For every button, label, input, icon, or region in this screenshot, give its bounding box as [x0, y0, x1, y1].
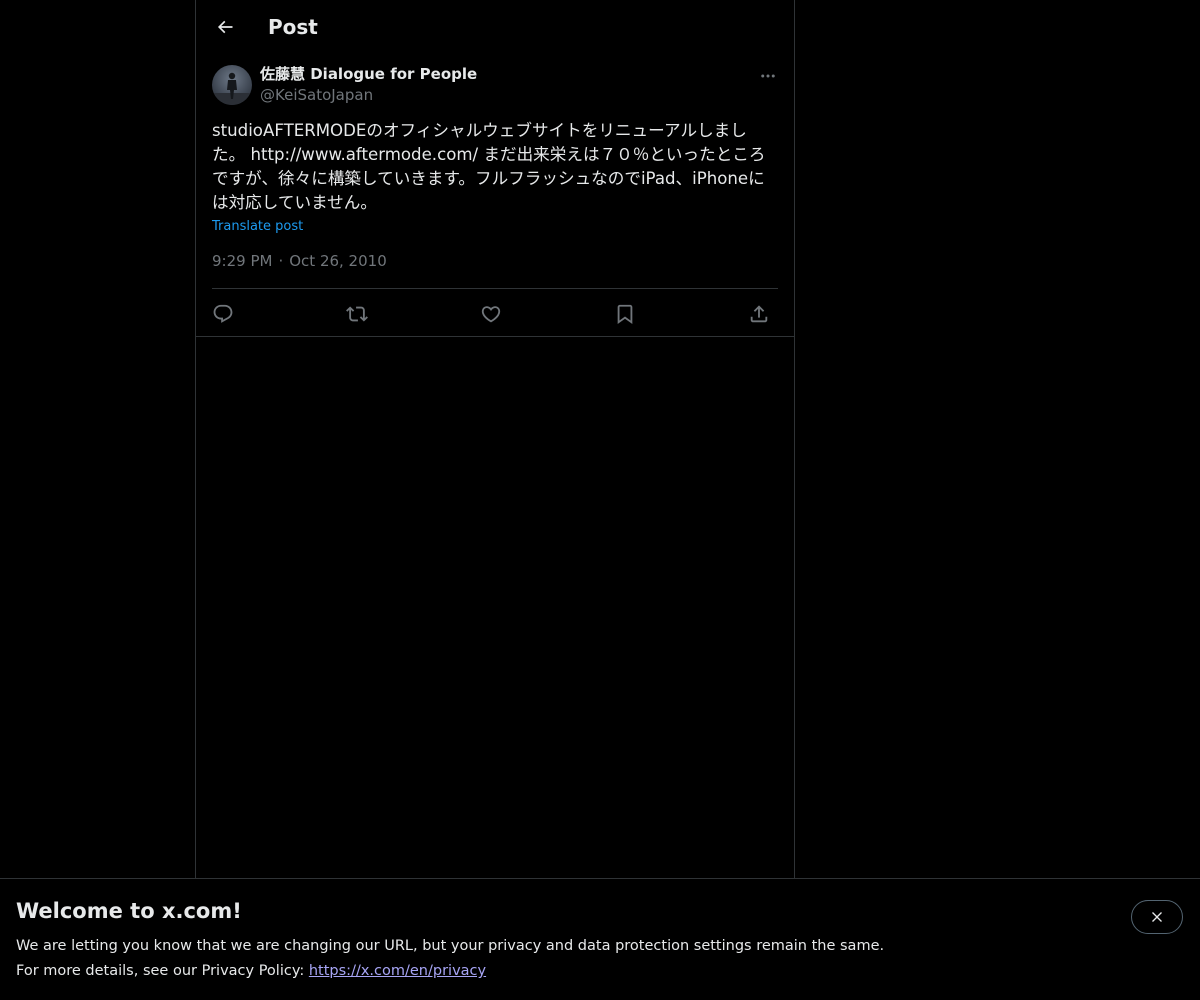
post-text: studioAFTERMODEのオフィシャルウェブサイトをリニューアルしました。…	[212, 119, 778, 215]
banner-privacy-line: For more details, see our Privacy Policy…	[16, 961, 486, 981]
privacy-policy-link[interactable]: https://x.com/en/privacy	[309, 963, 486, 979]
main-column: Post 佐藤慧 Dialogue for People @KeiSatoJap…	[195, 0, 795, 1000]
back-button[interactable]	[208, 10, 242, 44]
post-timestamp: 9:29 PM · Oct 26, 2010	[212, 251, 387, 271]
more-options-button[interactable]	[754, 62, 782, 90]
arrow-left-icon	[217, 20, 233, 34]
like-button[interactable]	[476, 299, 506, 329]
translate-post-link[interactable]: Translate post	[212, 217, 303, 237]
author-handle[interactable]: @KeiSatoJapan	[260, 85, 373, 105]
welcome-banner: Welcome to x.com! We are letting you kno…	[0, 878, 1200, 1000]
avatar-image	[212, 72, 252, 105]
heart-icon	[481, 306, 501, 323]
bookmark-button[interactable]	[610, 299, 640, 329]
page-header: Post	[196, 0, 794, 54]
page: Post 佐藤慧 Dialogue for People @KeiSatoJap…	[0, 0, 1200, 1000]
post-time[interactable]: 9:29 PM	[212, 252, 272, 270]
page-title: Post	[268, 15, 318, 39]
share-button[interactable]	[744, 299, 774, 329]
reply-icon	[213, 304, 233, 323]
more-horizontal-icon	[761, 74, 775, 78]
post-actions-bar	[212, 288, 778, 337]
post-link[interactable]: http://www.aftermode.com/	[250, 145, 478, 164]
repost-icon	[346, 306, 368, 322]
share-icon	[750, 305, 768, 323]
close-icon	[1152, 912, 1162, 922]
timestamp-separator: ·	[278, 252, 284, 270]
banner-title: Welcome to x.com!	[16, 899, 242, 923]
post: 佐藤慧 Dialogue for People @KeiSatoJapan st…	[196, 54, 794, 337]
banner-message: We are letting you know that we are chan…	[16, 938, 885, 954]
bookmark-icon	[617, 304, 633, 325]
author-display-name[interactable]: 佐藤慧 Dialogue for People	[260, 64, 477, 84]
repost-button[interactable]	[342, 299, 372, 329]
banner-privacy-prefix: For more details, see our Privacy Policy…	[16, 963, 309, 979]
close-banner-button[interactable]	[1131, 900, 1183, 934]
reply-button[interactable]	[208, 299, 238, 329]
avatar[interactable]	[212, 65, 252, 105]
post-date[interactable]: Oct 26, 2010	[289, 252, 387, 270]
